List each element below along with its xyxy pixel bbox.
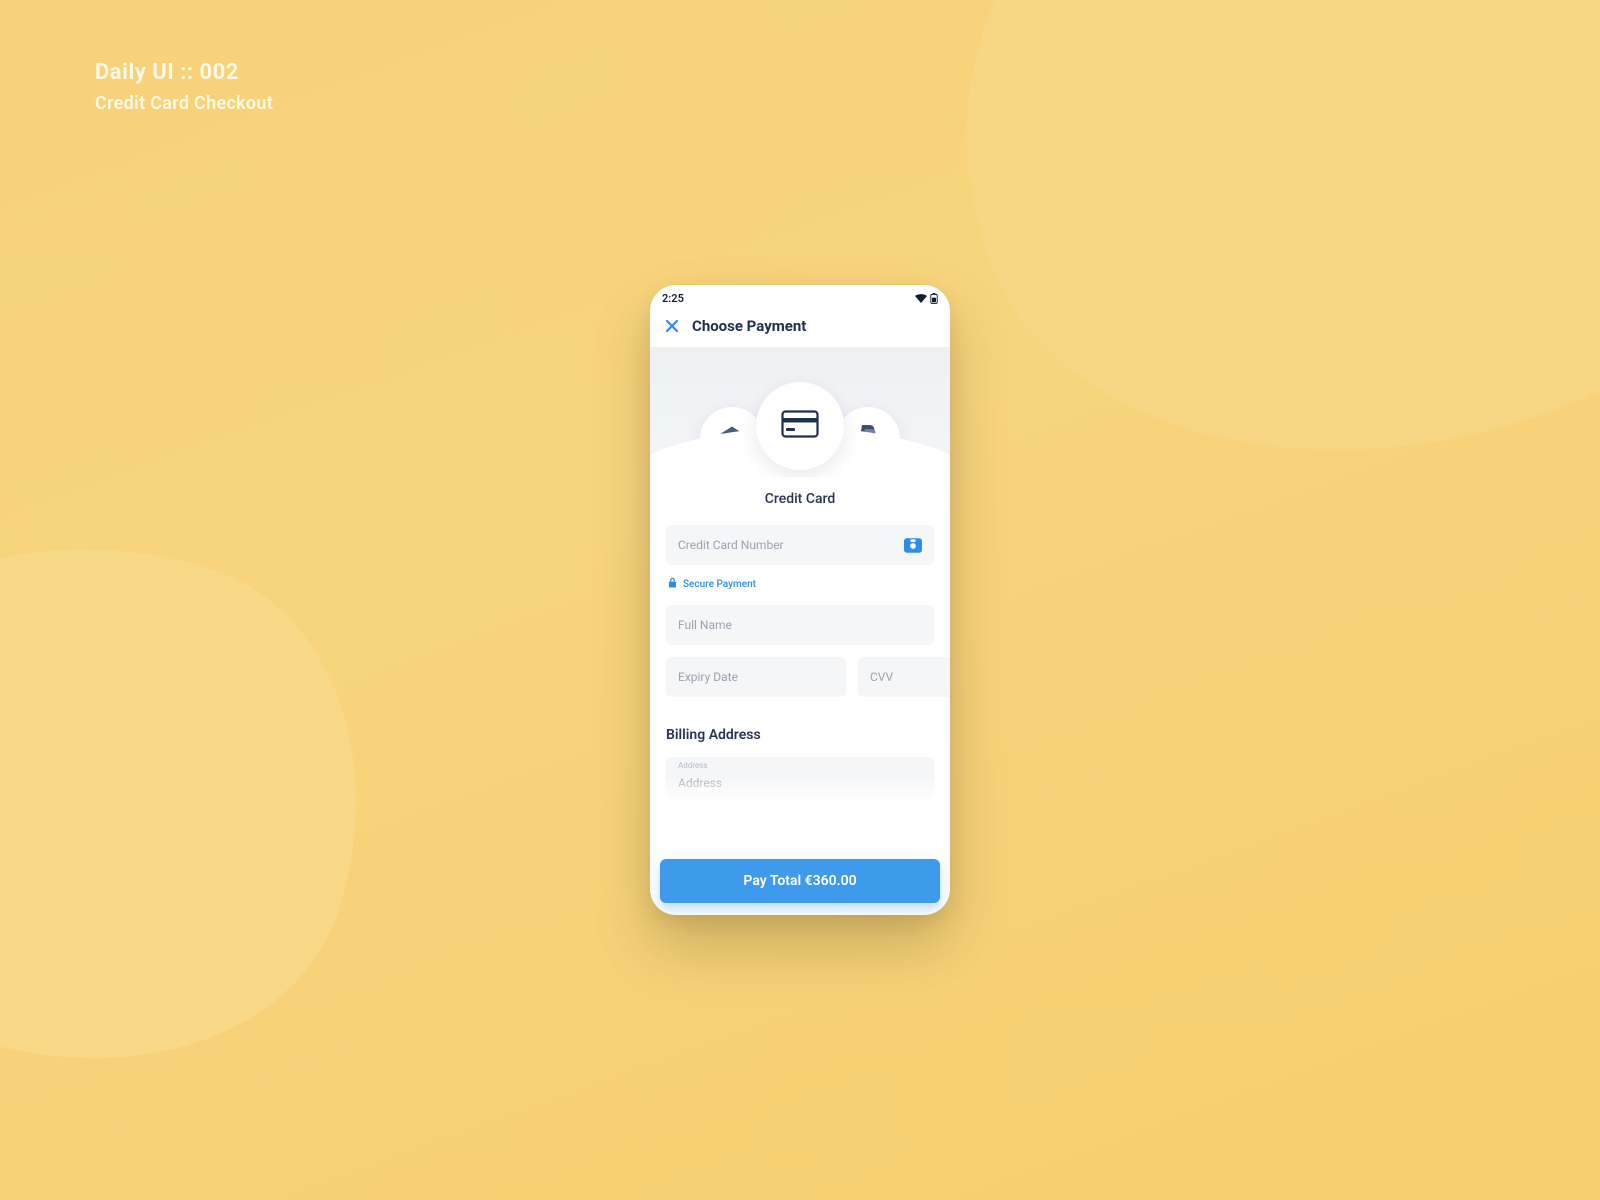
billing-address-title: Billing Address <box>666 727 934 743</box>
payment-form: Secure Payment Billing Address Address <box>650 507 950 801</box>
overlay-line-1: Daily UI :: 002 <box>95 60 273 85</box>
cvv-input[interactable] <box>870 670 950 684</box>
cvv-field[interactable] <box>858 657 950 697</box>
status-icons <box>915 293 938 304</box>
status-bar: 2:25 <box>650 285 950 307</box>
scan-card-icon[interactable] <box>904 538 922 553</box>
status-time: 2:25 <box>662 292 684 305</box>
pay-button[interactable]: Pay Total €360.00 <box>660 859 940 903</box>
full-name-field[interactable] <box>666 605 934 645</box>
address-field[interactable]: Address <box>666 757 934 801</box>
expiry-input[interactable] <box>678 670 834 684</box>
payment-method-panel <box>650 347 950 477</box>
page-title-overlay: Daily UI :: 002 Credit Card Checkout <box>95 60 273 114</box>
battery-icon <box>930 293 938 304</box>
decorative-blob <box>0 466 427 1134</box>
close-icon[interactable] <box>664 318 680 334</box>
card-number-field[interactable] <box>666 525 934 565</box>
expiry-field[interactable] <box>666 657 846 697</box>
card-number-input[interactable] <box>678 538 904 552</box>
secure-payment-label: Secure Payment <box>683 579 756 590</box>
overlay-line-2: Credit Card Checkout <box>95 93 273 114</box>
app-header: Choose Payment <box>650 307 950 347</box>
payment-method-credit-card[interactable] <box>756 382 844 470</box>
selected-method-label: Credit Card <box>650 491 950 507</box>
address-input[interactable] <box>678 768 922 790</box>
phone-frame: 2:25 Choose Payment <box>650 285 950 915</box>
full-name-input[interactable] <box>678 618 922 632</box>
secure-payment-note: Secure Payment <box>666 577 934 605</box>
decorative-blob <box>897 0 1600 526</box>
lock-icon <box>668 577 677 591</box>
header-title: Choose Payment <box>692 317 806 335</box>
address-field-label: Address <box>678 761 707 770</box>
credit-card-icon <box>781 410 819 442</box>
wifi-icon <box>915 294 927 303</box>
